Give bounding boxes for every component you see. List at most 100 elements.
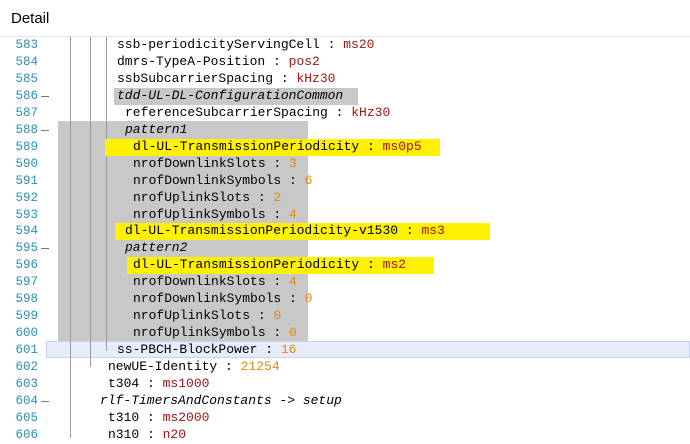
code-text: ssb-periodicityServingCell : ms20: [117, 37, 374, 54]
code-text: dl-UL-TransmissionPeriodicity : ms0p5: [133, 139, 422, 156]
fold-collapse-icon[interactable]: [41, 129, 49, 131]
code-text: t304 : ms1000: [108, 376, 209, 393]
code-text: tdd-UL-DL-ConfigurationCommon: [117, 88, 343, 105]
code-separator: :: [281, 172, 305, 188]
code-line: 586 tdd-UL-DL-ConfigurationCommon: [0, 88, 690, 105]
code-editor[interactable]: 583 ssb-periodicityServingCell : ms20 584 d…: [0, 37, 690, 442]
code-line: 605 t310 : ms2000: [0, 410, 690, 427]
line-number: 605: [15, 410, 38, 425]
code-text: n310 : n20: [108, 427, 186, 444]
code-line: 590 nrofDownlinkSlots : 3: [0, 156, 690, 173]
code-line: 587 referenceSubcarrierSpacing : kHz30: [0, 105, 690, 122]
line-number: 598: [15, 292, 38, 307]
code-text: nrofUplinkSymbols : 0: [133, 325, 297, 342]
code-separator: :: [139, 376, 163, 391]
line-number: 585: [15, 71, 38, 86]
code-text: pattern2: [125, 240, 187, 257]
code-key: nrofDownlinkSymbols: [133, 291, 282, 307]
code-value: ms0p5: [382, 138, 422, 154]
code-separator: :: [265, 206, 290, 222]
line-number: 587: [15, 105, 38, 120]
code-separator: :: [250, 189, 274, 205]
code-text: rlf-TimersAndConstants -> setup: [100, 393, 342, 410]
code-line: 588 pattern1: [0, 122, 690, 139]
code-separator: :: [257, 342, 281, 358]
code-key: nrofDownlinkSymbols: [133, 172, 282, 188]
code-line: 598 nrofDownlinkSymbols : 0: [0, 291, 690, 308]
code-line: 600 nrofUplinkSymbols : 0: [0, 325, 690, 342]
line-number: 594: [15, 224, 38, 239]
code-value: 21254: [240, 359, 280, 375]
code-line: 596 dl-UL-TransmissionPeriodicity : ms2: [0, 257, 690, 275]
code-text: nrofDownlinkSymbols : 6: [133, 173, 312, 190]
line-number: 601: [15, 343, 38, 358]
code-value: kHz30: [296, 70, 336, 86]
line-number: 588: [15, 122, 38, 137]
code-value: pos2: [288, 53, 320, 69]
code-separator: :: [265, 53, 289, 69]
code-separator: :: [250, 308, 274, 324]
code-key: tdd-UL-DL-ConfigurationCommon: [117, 87, 344, 103]
code-text: nrofUplinkSlots : 0: [133, 308, 281, 325]
code-line: 589 dl-UL-TransmissionPeriodicity : ms0p5: [0, 138, 690, 156]
fold-collapse-icon[interactable]: [41, 400, 49, 402]
code-text: nrofDownlinkSymbols : 0: [133, 291, 312, 308]
fold-collapse-icon[interactable]: [41, 95, 49, 97]
line-number: 591: [15, 173, 38, 188]
code-key: nrofDownlinkSlots: [133, 155, 266, 171]
code-text: nrofDownlinkSlots : 4: [133, 274, 297, 291]
window-title: Detail: [11, 10, 50, 27]
line-number: 583: [15, 38, 38, 52]
code-key: nrofUplinkSymbols: [133, 325, 266, 341]
code-value: n20: [162, 426, 187, 442]
code-separator: :: [217, 359, 241, 375]
code-line: 606 n310 : n20: [0, 427, 690, 444]
code-key: nrofUplinkSlots: [133, 308, 251, 324]
code-line: 585 ssbSubcarrierSpacing : kHz30: [0, 71, 690, 88]
code-text: dmrs-TypeA-Position : pos2: [117, 54, 320, 71]
line-number: 592: [15, 190, 38, 205]
code-line: 591 nrofDownlinkSymbols : 6: [0, 173, 690, 190]
code-key: nrofUplinkSlots: [133, 189, 251, 205]
line-number: 597: [15, 275, 38, 290]
line-number: 599: [15, 309, 38, 324]
code-line: 603 t304 : ms1000: [0, 376, 690, 393]
code-key: pattern2: [125, 240, 188, 256]
code-value: 0: [304, 291, 313, 307]
code-value: 0: [289, 325, 297, 341]
code-value: ms2000: [162, 409, 210, 425]
code-key: dl-UL-TransmissionPeriodicity-v1530: [125, 223, 399, 239]
fold-collapse-icon[interactable]: [41, 248, 49, 250]
code-text: ssbSubcarrierSpacing : kHz30: [117, 71, 335, 88]
code-line: 597 nrofDownlinkSlots : 4: [0, 274, 690, 291]
code-line: 604 rlf-TimersAndConstants -> setup: [0, 393, 690, 410]
code-line: 599 nrofUplinkSlots : 0: [0, 308, 690, 325]
code-key: dl-UL-TransmissionPeriodicity: [133, 138, 360, 154]
code-key: nrofDownlinkSlots: [133, 274, 266, 290]
code-value: 0: [273, 308, 282, 324]
code-key: n310: [108, 426, 140, 442]
line-number: 602: [15, 360, 38, 375]
title-bar: Detail: [0, 0, 690, 37]
code-key: pattern1: [125, 121, 188, 137]
code-key: ssb-periodicityServingCell: [117, 37, 320, 52]
code-key: ssbSubcarrierSpacing: [117, 70, 274, 86]
code-separator: :: [139, 426, 163, 442]
code-separator: :: [359, 138, 383, 154]
line-number: 600: [15, 326, 38, 341]
code-text: nrofUplinkSymbols : 4: [133, 207, 297, 224]
code-line: 595 pattern2: [0, 240, 690, 257]
code-separator: :: [139, 409, 163, 425]
code-separator: :: [273, 70, 297, 86]
code-value: ms20: [343, 37, 375, 52]
code-key: dmrs-TypeA-Position: [117, 53, 266, 69]
code-key: rlf-TimersAndConstants -> setup: [100, 392, 342, 408]
code-value: kHz30: [351, 104, 391, 120]
line-number: 586: [15, 88, 38, 103]
code-text: ss-PBCH-BlockPower : 16: [117, 342, 296, 359]
code-key: t304: [108, 376, 140, 391]
code-key: referenceSubcarrierSpacing: [125, 104, 328, 120]
code-text: t310 : ms2000: [108, 410, 209, 427]
code-value: 6: [304, 172, 313, 188]
code-value: ms2: [382, 257, 407, 273]
